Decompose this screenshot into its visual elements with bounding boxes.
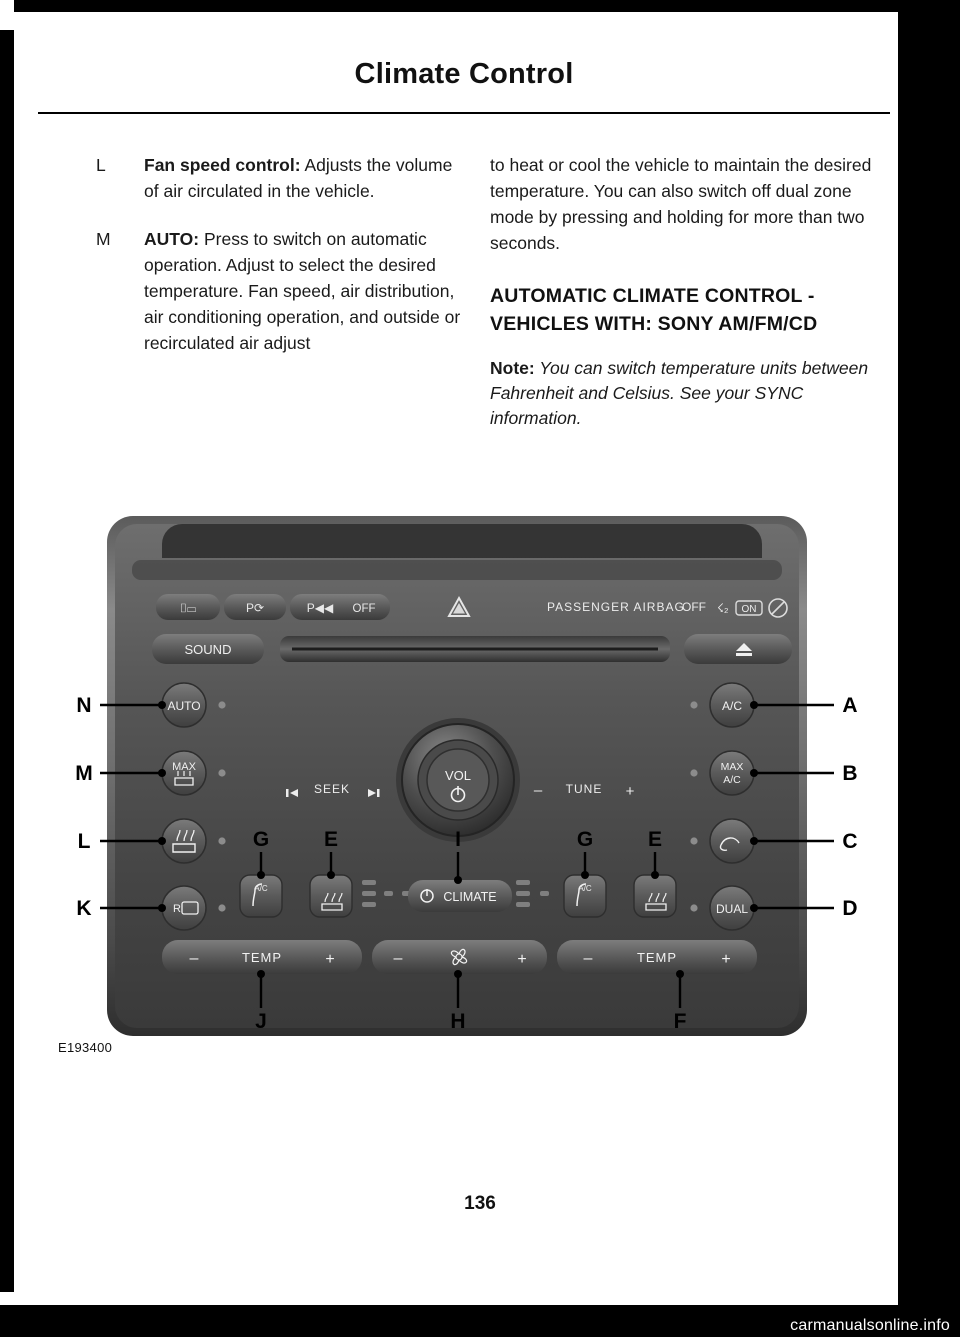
callout-e-right: E [648,828,662,851]
climate-control-panel-figure: ⌷▭ P⟳ P◀◀ OFF PASSENGER AIRBAG OFF ☇₂ ON… [72,508,862,1043]
svg-text:MAX: MAX [721,761,744,773]
svg-text:–: – [584,950,593,967]
svg-text:TUNE: TUNE [566,782,603,796]
svg-text:PASSENGER AIRBAG: PASSENGER AIRBAG [547,600,685,614]
callout-text: Fan speed control: Adjusts the volume of… [144,152,466,204]
svg-text:–: – [394,950,403,967]
svg-text:DUAL: DUAL [716,902,748,916]
note-text: You can switch temperature units between… [490,358,869,428]
callout-g-left: G [253,828,269,851]
svg-text:TEMP: TEMP [242,950,282,965]
page-title: Climate Control [354,58,574,90]
svg-text:P⟳: P⟳ [246,601,264,615]
callout-letter: L [96,155,106,175]
svg-text:AUTO: AUTO [167,699,200,713]
callout-f: F [674,1010,687,1033]
svg-text:+: + [626,783,635,800]
page-frame-right [898,0,960,1337]
callout-a: A [842,694,857,717]
svg-text:+: + [517,951,526,968]
site-watermark: carmanualsonline.info [790,1317,950,1334]
page-header: Climate Control [38,30,890,114]
right-column: to heat or cool the vehicle to maintain … [490,152,880,431]
callout-bold-label: Fan speed control: [144,155,301,175]
svg-text:OFF: OFF [353,603,376,615]
svg-text:TEMP: TEMP [637,950,677,965]
callout-letter: M [96,229,111,249]
section-heading: AUTOMATIC CLIMATE CONTROL - VEHICLES WIT… [490,285,818,335]
callout-h: H [450,1010,465,1033]
callout-j: J [255,1010,267,1033]
callout-k: K [76,897,91,920]
page-frame-top [0,0,960,12]
callout-bold-label: AUTO: [144,229,200,249]
callout-d: D [842,897,857,920]
callout-l: L [78,830,91,853]
manual-page: Climate Control L Fan speed control: Adj… [0,0,960,1337]
callout-b: B [842,762,857,785]
svg-text:A/C: A/C [722,699,742,713]
svg-text:☇₂: ☇₂ [717,601,729,615]
svg-text:R: R [173,903,181,915]
svg-text:CLIMATE: CLIMATE [443,890,496,904]
callout-n: N [76,694,91,717]
svg-text:A/C: A/C [254,884,268,893]
svg-text:+: + [721,951,730,968]
svg-text:A/C: A/C [578,884,592,893]
svg-text:P◀◀: P◀◀ [307,601,334,615]
frame-tick-top-left [0,0,14,30]
callout-c: C [842,830,857,853]
list-item: L Fan speed control: Adjusts the volume … [96,152,466,204]
svg-text:VOL: VOL [445,768,471,783]
page-frame-left [0,0,14,1337]
frame-tick-bottom-left [0,1292,14,1305]
note-label: Note: [490,358,535,378]
svg-text:–: – [534,782,543,799]
svg-text:SOUND: SOUND [185,642,232,657]
page-number: 136 [464,1193,496,1214]
callout-i: I [455,828,461,851]
svg-text:–: – [190,950,199,967]
callout-m: M [75,762,93,785]
svg-text:A/C: A/C [723,774,741,786]
svg-text:⌷▭: ⌷▭ [180,601,196,615]
list-item: M AUTO: Press to switch on automatic ope… [96,226,466,356]
svg-text:+: + [325,951,334,968]
callout-text: AUTO: Press to switch on automatic opera… [144,226,466,356]
svg-text:ON: ON [742,604,757,615]
left-column: L Fan speed control: Adjusts the volume … [96,152,466,374]
callout-e-left: E [324,828,338,851]
svg-text:SEEK: SEEK [314,782,350,796]
callout-g-right: G [577,828,593,851]
figure-caption: E193400 [58,1040,113,1055]
note-block: Note: You can switch temperature units b… [490,356,880,431]
svg-text:OFF: OFF [682,600,706,614]
continuation-paragraph: to heat or cool the vehicle to maintain … [490,155,872,253]
